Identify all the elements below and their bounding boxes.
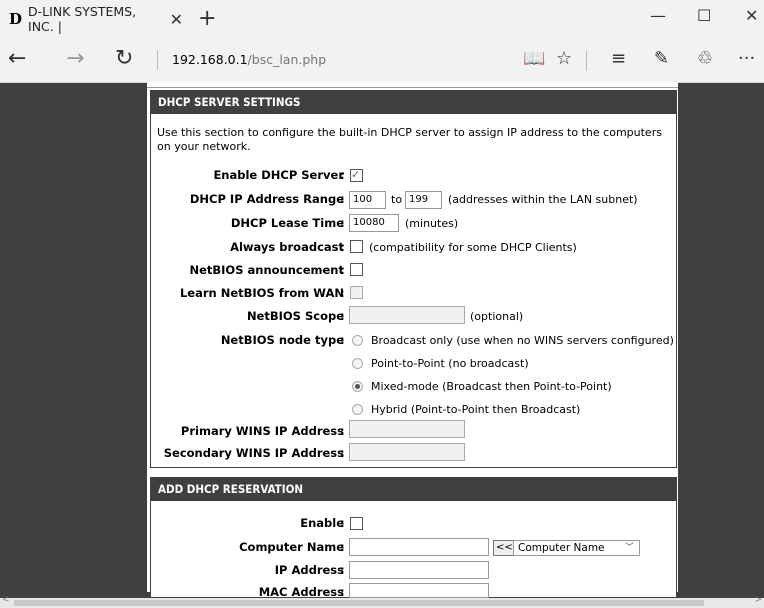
back-arrow-icon[interactable]: ←: [8, 46, 26, 71]
colon: :: [340, 168, 345, 182]
tab-title: D-LINK SYSTEMS, INC. |: [28, 4, 137, 34]
computer-name-select-value: Computer Name: [518, 542, 605, 554]
scroll-right-icon[interactable]: >: [754, 595, 762, 605]
colon: :: [340, 424, 345, 438]
node-broadcast-label: Broadcast only (use when no WINS servers…: [371, 334, 674, 347]
computer-name-input[interactable]: [349, 538, 489, 556]
colon: :: [340, 446, 345, 460]
colon: :: [340, 216, 345, 230]
web-note-icon[interactable]: ✎: [654, 48, 669, 69]
colon: :: [340, 309, 345, 323]
colon: :: [340, 192, 345, 206]
mac-address-input[interactable]: [349, 583, 489, 598]
netbios-node-label: NetBIOS node type: [220, 333, 344, 347]
range-note: (addresses within the LAN subnet): [448, 193, 638, 206]
netbios-wan-checkbox[interactable]: [350, 286, 363, 299]
secondary-wins-label: Secondary WINS IP Address: [163, 446, 344, 460]
colon: :: [340, 540, 345, 554]
window-close-icon[interactable]: ✕: [745, 6, 758, 25]
primary-wins-label: Primary WINS IP Address: [180, 424, 344, 438]
dhcp-server-header: DHCP SERVER SETTINGS: [150, 90, 677, 114]
colon: :: [340, 563, 345, 577]
browser-tab[interactable]: D D-LINK SYSTEMS, INC. | ✕: [0, 0, 183, 38]
add-reservation-header: ADD DHCP RESERVATION: [150, 477, 677, 501]
netbios-announcement-checkbox[interactable]: [350, 263, 363, 276]
url-divider: [157, 50, 158, 70]
url-field[interactable]: 192.168.0.1/bsc_lan.php: [172, 52, 326, 67]
enable-dhcp-label: Enable DHCP Server: [213, 168, 344, 182]
range-to-label: to: [391, 193, 403, 206]
colon: :: [340, 240, 345, 254]
address-bar: ← → ↻ 192.168.0.1/bsc_lan.php 📖 ☆ ≡ ✎ ♲ …: [0, 38, 764, 83]
range-end-input[interactable]: 199: [405, 191, 442, 209]
node-hybrid-label: Hybrid (Point-to-Point then Broadcast): [371, 403, 581, 416]
url-path: /bsc_lan.php: [247, 52, 327, 67]
reading-view-icon[interactable]: 📖: [523, 48, 545, 69]
favorite-star-icon[interactable]: ☆: [556, 48, 572, 69]
dhcp-range-label: DHCP IP Address Range: [189, 192, 344, 206]
dhcp-intro-text: Use this section to configure the built-…: [157, 126, 662, 153]
dlink-favicon-icon: D: [9, 10, 23, 28]
chevron-down-icon: ﹀: [624, 543, 634, 553]
reservation-enable-checkbox[interactable]: [350, 517, 363, 530]
horizontal-scrollbar[interactable]: < >: [0, 595, 764, 608]
refresh-icon[interactable]: ↻: [115, 46, 133, 71]
netbios-wan-label: Learn NetBIOS from WAN: [179, 286, 344, 300]
enable-dhcp-checkbox[interactable]: ✓: [350, 168, 363, 182]
always-broadcast-checkbox[interactable]: [350, 240, 363, 253]
forward-arrow-icon[interactable]: →: [66, 46, 84, 71]
toolbar-divider: [586, 51, 587, 71]
url-host: 192.168.0.1: [172, 52, 248, 67]
new-tab-icon[interactable]: +: [198, 6, 216, 31]
netbios-scope-input[interactable]: [349, 306, 465, 324]
secondary-wins-input[interactable]: [349, 443, 465, 461]
mac-address-label: MAC Address: [258, 585, 344, 599]
computer-name-select[interactable]: Computer Name ﹀: [513, 540, 640, 556]
reservation-enable-label: Enable: [300, 516, 344, 530]
browser-title-bar: D D-LINK SYSTEMS, INC. | ✕ + — ☐ ✕: [0, 0, 764, 38]
ip-address-label: IP Address: [274, 563, 344, 577]
scrollbar-thumb[interactable]: [14, 600, 704, 606]
scroll-left-icon[interactable]: <: [2, 595, 10, 605]
minimize-icon[interactable]: —: [650, 6, 666, 25]
colon: :: [340, 263, 345, 277]
colon: :: [340, 585, 345, 599]
previous-section-bottom: [147, 82, 678, 88]
computer-name-label: Computer Name: [239, 540, 344, 554]
primary-wins-input[interactable]: [349, 420, 465, 438]
lease-time-label: DHCP Lease Time: [230, 216, 344, 230]
lease-time-input[interactable]: 10080: [349, 214, 399, 232]
ip-address-input[interactable]: [349, 561, 489, 579]
always-broadcast-note: (compatibility for some DHCP Clients): [369, 241, 577, 254]
netbios-scope-note: (optional): [470, 310, 524, 323]
netbios-scope-label: NetBIOS Scope: [246, 309, 344, 323]
range-start-input[interactable]: 100: [349, 191, 386, 209]
node-hybrid-radio[interactable]: [352, 404, 363, 415]
lease-unit: (minutes): [405, 217, 459, 230]
netbios-announcement-label: NetBIOS announcement: [189, 263, 344, 277]
checkmark-icon: ✓: [351, 168, 361, 181]
colon: :: [340, 286, 345, 300]
colon: :: [340, 516, 345, 530]
always-broadcast-label: Always broadcast: [230, 240, 344, 254]
node-mixed-radio[interactable]: [352, 381, 363, 392]
more-icon[interactable]: ···: [738, 48, 755, 69]
node-p2p-label: Point-to-Point (no broadcast): [371, 357, 529, 370]
maximize-icon[interactable]: ☐: [697, 6, 711, 25]
node-p2p-radio[interactable]: [352, 358, 363, 369]
node-broadcast-radio[interactable]: [352, 335, 363, 346]
node-mixed-label: Mixed-mode (Broadcast then Point-to-Poin…: [371, 380, 612, 393]
hub-icon[interactable]: ≡: [611, 48, 626, 69]
tab-close-icon[interactable]: ✕: [170, 10, 183, 29]
share-icon[interactable]: ♲: [697, 48, 713, 69]
colon: :: [340, 333, 345, 347]
